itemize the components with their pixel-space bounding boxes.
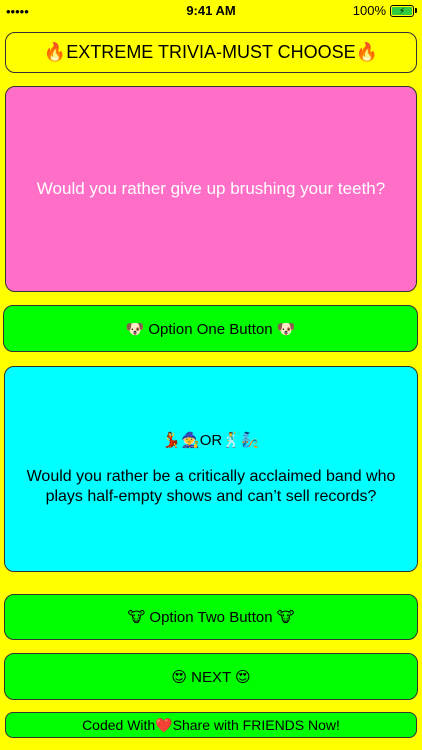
or-label: 💃🧙OR🕺🧞 <box>162 432 260 449</box>
question-one-card: Would you rather give up brushing your t… <box>5 86 417 292</box>
option-one-button[interactable]: 🐶 Option One Button 🐶 <box>3 305 418 352</box>
question-one-text: Would you rather give up brushing your t… <box>36 179 386 198</box>
option-two-button[interactable]: 🐮 Option Two Button 🐮 <box>4 594 418 640</box>
question-two-card: 💃🧙OR🕺🧞 Would you rather be a critically … <box>4 366 418 572</box>
next-button[interactable]: 😍 NEXT 😍 <box>4 653 418 700</box>
battery-icon: ⚡ <box>390 4 417 17</box>
status-bar: ••••• 9:41 AM 100% ⚡ <box>0 0 422 22</box>
page-title: 🔥EXTREME TRIVIA-MUST CHOOSE🔥 <box>5 32 417 73</box>
battery-percent: 100% <box>352 3 386 18</box>
battery-status: 100% ⚡ <box>352 3 417 18</box>
share-footer-button[interactable]: Coded With❤️Share with FRIENDS Now! <box>5 712 417 738</box>
question-two-text: Would you rather be a critically acclaim… <box>26 468 396 505</box>
